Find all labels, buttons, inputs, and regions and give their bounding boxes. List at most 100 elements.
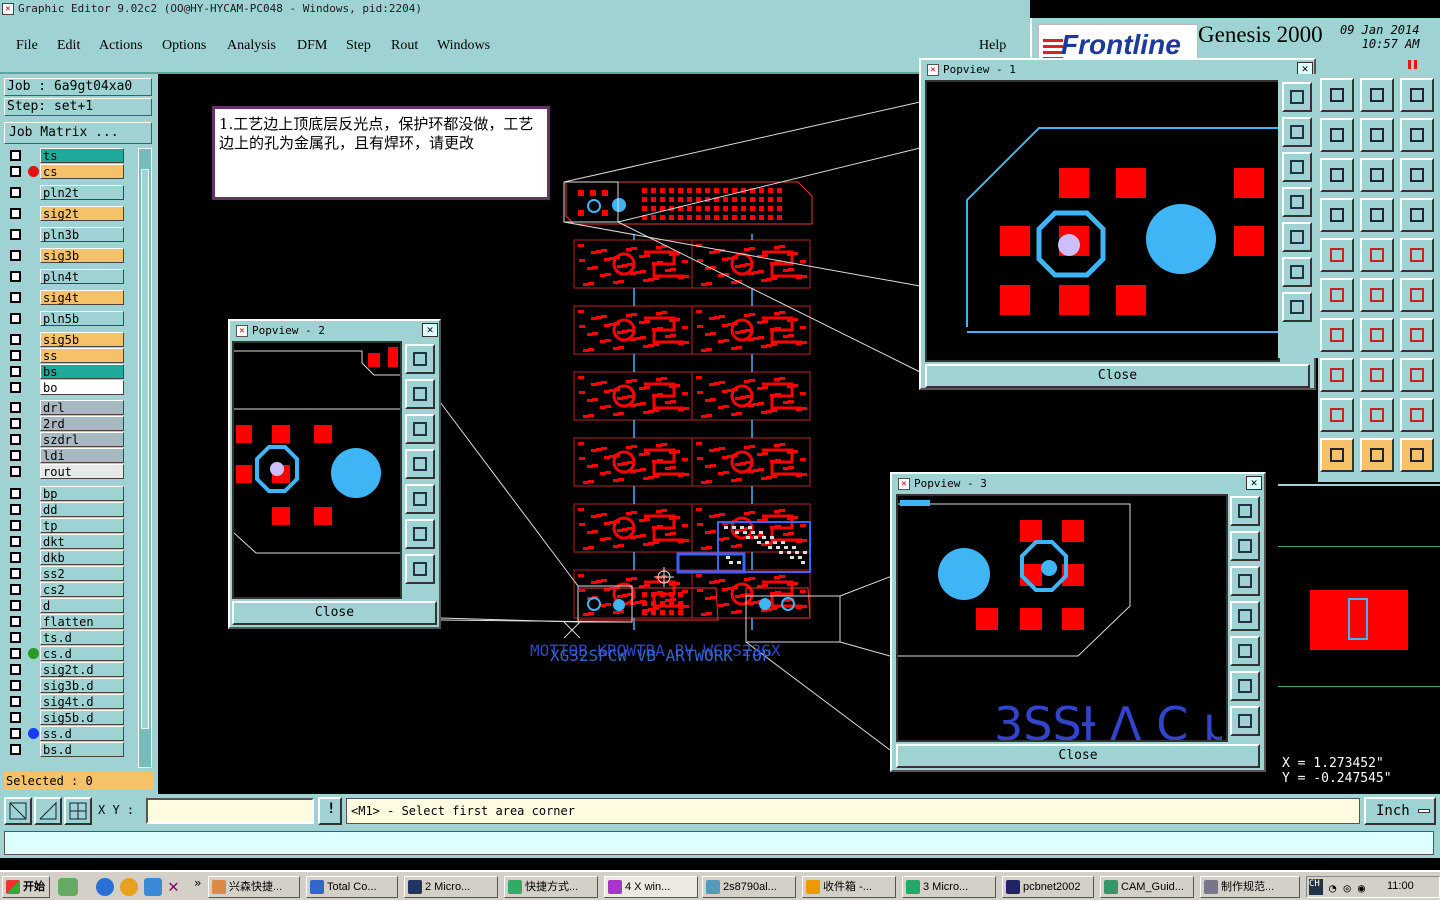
layer-checkbox[interactable] [10, 334, 21, 345]
layer-row[interactable]: bo [6, 380, 124, 395]
layer-row[interactable]: dkt [6, 534, 124, 549]
tool-button[interactable] [1400, 318, 1434, 352]
layer-checkbox[interactable] [10, 584, 21, 595]
layer-checkbox[interactable] [10, 313, 21, 324]
ie-icon[interactable] [96, 878, 114, 896]
layer-row[interactable]: pln3b [6, 227, 124, 242]
layer-checkbox[interactable] [10, 696, 21, 707]
menu-step[interactable]: Step [346, 38, 371, 54]
layer-row[interactable]: tp [6, 518, 124, 533]
tool-button[interactable] [1400, 78, 1434, 112]
tool-button[interactable] [1320, 278, 1354, 312]
layer-row[interactable]: bp [6, 486, 124, 501]
layer-checkbox[interactable] [10, 536, 21, 547]
layer-checkbox[interactable] [10, 600, 21, 611]
popview-3-close-button[interactable]: Close [896, 744, 1260, 768]
layer-checkbox[interactable] [10, 229, 21, 240]
tool-button[interactable] [1320, 438, 1354, 472]
tool-button[interactable] [1360, 198, 1394, 232]
layer-checkbox[interactable] [10, 166, 21, 177]
layer-row[interactable]: sig2t [6, 206, 124, 221]
layer-row[interactable]: sig2t.d [6, 662, 124, 677]
layer-row[interactable]: pln2t [6, 185, 124, 200]
layer-checkbox[interactable] [10, 450, 21, 461]
menu-analysis[interactable]: Analysis [227, 38, 276, 54]
popview-2-view[interactable] [232, 341, 402, 599]
popview-3-view[interactable]: ɹ Ɔ Ʌ ɈƧƧƐ [896, 494, 1228, 751]
tool-button[interactable] [1320, 118, 1354, 152]
view-tool-button[interactable] [405, 344, 435, 374]
start-button[interactable]: 开始 [2, 876, 50, 898]
tool-button[interactable] [1320, 198, 1354, 232]
view-tool-button[interactable] [1282, 257, 1312, 287]
layer-row[interactable]: flatten [6, 614, 124, 629]
measure-button[interactable] [34, 797, 62, 825]
taskbar-item[interactable]: CAM_Guid... [1100, 876, 1194, 898]
layer-row[interactable]: ss.d [6, 726, 124, 741]
scroll-thumb[interactable] [141, 169, 149, 729]
layer-checkbox[interactable] [10, 552, 21, 563]
quicklaunch-icon[interactable] [58, 878, 78, 896]
layer-checkbox[interactable] [10, 382, 21, 393]
view-tool-button[interactable] [1230, 566, 1260, 596]
menu-help[interactable]: Help [979, 38, 1006, 54]
layer-list-scrollbar[interactable] [138, 148, 152, 768]
menu-windows[interactable]: Windows [437, 38, 490, 54]
taskbar-item[interactable]: 2 Micro... [404, 876, 498, 898]
layer-row[interactable]: ts [6, 148, 124, 163]
layer-row[interactable]: sig5b.d [6, 710, 124, 725]
tool-button[interactable] [1320, 358, 1354, 392]
popview-2-close-button[interactable]: Close [232, 601, 437, 625]
view-tool-button[interactable] [405, 414, 435, 444]
taskbar-item[interactable]: 兴森快捷... [208, 876, 300, 898]
tool-button[interactable] [1320, 78, 1354, 112]
tool-button[interactable] [1360, 358, 1394, 392]
layer-row[interactable]: ss2 [6, 566, 124, 581]
view-tool-button[interactable] [405, 519, 435, 549]
menu-edit[interactable]: Edit [57, 38, 80, 54]
tool-button[interactable] [1320, 398, 1354, 432]
tool-button[interactable] [1400, 118, 1434, 152]
layer-row[interactable]: dkb [6, 550, 124, 565]
menu-file[interactable]: File [16, 38, 38, 54]
layer-checkbox[interactable] [10, 648, 21, 659]
view-tool-button[interactable] [1230, 671, 1260, 701]
taskbar-item[interactable]: Total Co... [306, 876, 398, 898]
taskbar-item[interactable]: 4 X win... [604, 876, 698, 898]
tool-button[interactable] [1360, 238, 1394, 272]
tool-button[interactable] [1360, 278, 1394, 312]
layer-row[interactable]: cs.d [6, 646, 124, 661]
tool-button[interactable] [1400, 358, 1434, 392]
more-icon[interactable]: » [194, 876, 201, 890]
view-tool-button[interactable] [1230, 496, 1260, 526]
view-tool-button[interactable] [1282, 117, 1312, 147]
zoom-area-button[interactable] [4, 797, 32, 825]
layer-checkbox[interactable] [10, 250, 21, 261]
tool-button[interactable] [1400, 278, 1434, 312]
minimap[interactable] [1278, 484, 1440, 748]
layer-checkbox[interactable] [10, 616, 21, 627]
job-matrix-button[interactable]: Job Matrix ... [4, 122, 152, 144]
menu-actions[interactable]: Actions [99, 38, 143, 54]
tool-button[interactable] [1360, 118, 1394, 152]
view-tool-button[interactable] [1230, 636, 1260, 666]
menu-options[interactable]: Options [162, 38, 206, 54]
taskbar-item[interactable]: 制作规范... [1200, 876, 1300, 898]
layer-checkbox[interactable] [10, 728, 21, 739]
outlook-icon[interactable] [144, 878, 162, 896]
view-tool-button[interactable] [1282, 292, 1312, 322]
layer-checkbox[interactable] [10, 350, 21, 361]
layer-row[interactable]: drl [6, 400, 124, 415]
taskbar-item[interactable]: 收件箱 -... [802, 876, 896, 898]
layer-row[interactable]: sig4t.d [6, 694, 124, 709]
layer-checkbox[interactable] [10, 402, 21, 413]
tool-button[interactable] [1400, 198, 1434, 232]
layer-row[interactable]: ldi [6, 448, 124, 463]
layer-row[interactable]: d [6, 598, 124, 613]
view-tool-button[interactable] [1282, 82, 1312, 112]
view-tool-button[interactable] [1282, 187, 1312, 217]
layer-row[interactable]: sig5b [6, 332, 124, 347]
layer-checkbox[interactable] [10, 292, 21, 303]
layer-checkbox[interactable] [10, 366, 21, 377]
popview-1-close-button[interactable]: Close [925, 364, 1310, 388]
